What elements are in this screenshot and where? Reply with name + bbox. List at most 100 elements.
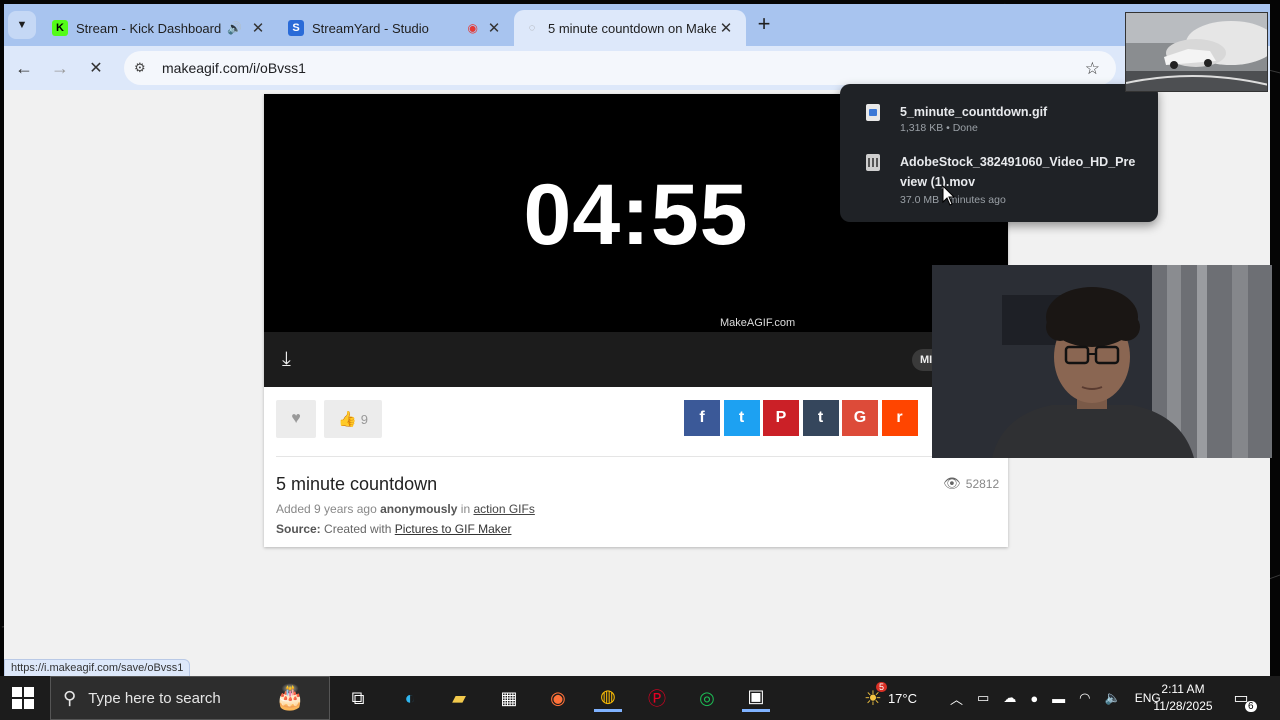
share-reddit-button[interactable]: r: [881, 400, 918, 436]
tumblr-icon: t: [817, 409, 824, 426]
added-text: Added 9 years ago: [276, 502, 377, 516]
close-icon[interactable]: ✕: [716, 19, 736, 37]
forward-button[interactable]: →: [46, 54, 74, 82]
tab-streamyard[interactable]: S StreamYard - Studio ◉ ✕: [278, 10, 514, 46]
share-tumblr-button[interactable]: t: [802, 400, 839, 436]
wifi-icon[interactable]: ◠: [1079, 690, 1090, 706]
address-bar[interactable]: ⚙ makeagif.com/i/oBvss1: [124, 51, 1116, 85]
share-google-button[interactable]: G: [842, 400, 878, 436]
weather-sun-icon: ☀ 5: [864, 681, 888, 711]
in-text: in: [460, 502, 471, 516]
spotify-icon[interactable]: ◎: [693, 684, 721, 712]
download-item[interactable]: AdobeStock_382491060_Video_HD_Preview (1…: [862, 152, 1142, 210]
windows-logo-icon: [24, 687, 34, 697]
search-icon: ⚲: [63, 687, 77, 708]
source-text: Created with: [324, 522, 392, 536]
firefox-icon[interactable]: ◉: [544, 684, 572, 712]
webcam-feed: [932, 265, 1272, 458]
divider: [276, 456, 996, 457]
loading-icon: ◌: [528, 22, 536, 34]
close-icon: ✕: [89, 60, 103, 77]
gif-meta: Added 9 years ago anonymously in action …: [276, 502, 535, 516]
downloads-bubble: 5_minute_countdown.gif 1,318 KB • Done A…: [840, 84, 1158, 222]
cloud-icon[interactable]: ☁: [1003, 690, 1016, 706]
download-status: 1,318 KB • Done: [900, 122, 978, 134]
gif-title: 5 minute countdown: [276, 474, 438, 494]
back-button[interactable]: ←: [10, 54, 38, 82]
weather-badge: 5: [876, 681, 888, 692]
microphone-icon[interactable]: ●: [1030, 691, 1038, 706]
tab-title: StreamYard - Studio: [312, 20, 429, 36]
edge-icon[interactable]: ◐: [396, 684, 424, 712]
author: anonymously: [380, 502, 458, 516]
battery-icon[interactable]: ▬: [1052, 691, 1065, 706]
clock-time: 2:11 AM: [1161, 682, 1205, 696]
favorite-button[interactable]: ♥: [276, 400, 316, 438]
bookmark-star-icon[interactable]: ☆: [1085, 59, 1100, 79]
twitter-icon: t: [738, 409, 745, 426]
pinterest-icon: P: [775, 409, 787, 426]
clock-date: 11/28/2025: [1153, 699, 1213, 713]
volume-icon[interactable]: 🔈: [1105, 690, 1121, 706]
temperature: 17°C: [887, 690, 917, 706]
mouse-cursor-icon: [942, 185, 956, 206]
heart-icon: ♥: [291, 410, 301, 427]
store-icon[interactable]: ▦: [495, 684, 523, 712]
system-tray: ︿ ▭ ☁ ● ▬ ◠ 🔈 ENG: [950, 676, 1161, 720]
new-tab-button[interactable]: +: [752, 13, 776, 37]
chevron-up-icon[interactable]: ︿: [950, 689, 963, 708]
chrome-icon[interactable]: ◍: [594, 684, 622, 712]
stream-frame: ▼ K Stream - Kick Dashboard 🔊 ✕ S Stream…: [0, 0, 1280, 720]
source-label: Source:: [276, 522, 321, 536]
task-view-icon[interactable]: ⧉: [344, 684, 372, 712]
download-icon[interactable]: ⤓: [282, 348, 291, 371]
tab-search-button[interactable]: ▼: [8, 11, 36, 39]
share-facebook-button[interactable]: f: [684, 400, 720, 436]
tab-title: 5 minute countdown on Make a: [548, 20, 716, 36]
video-file-icon: [866, 154, 880, 171]
cake-icon[interactable]: 🎂: [275, 683, 305, 712]
notification-icon: ▭ 6: [1233, 688, 1257, 712]
download-filename: 5_minute_countdown.gif: [900, 105, 1048, 119]
stop-loading-button[interactable]: ✕: [82, 54, 110, 82]
arrow-left-icon: ←: [15, 57, 33, 78]
chevron-down-icon: ▼: [16, 19, 28, 31]
category-link[interactable]: action GIFs: [473, 502, 534, 516]
recording-icon: ◉: [467, 21, 478, 35]
clapperboard-icon[interactable]: ▣: [742, 684, 770, 712]
share-pinterest-button[interactable]: P: [763, 400, 799, 436]
streamyard-icon: S: [288, 20, 304, 36]
network-icon[interactable]: ▭: [977, 690, 989, 706]
url-text: makeagif.com/i/oBvss1: [162, 60, 306, 76]
close-icon[interactable]: ✕: [248, 19, 268, 37]
reddit-icon: r: [896, 409, 903, 426]
facebook-icon: f: [699, 409, 705, 426]
close-icon[interactable]: ✕: [484, 19, 504, 37]
site-info-icon[interactable]: ⚙: [134, 60, 154, 76]
notification-count: 6: [1245, 701, 1257, 712]
download-item[interactable]: 5_minute_countdown.gif 1,318 KB • Done: [862, 102, 1142, 142]
tab-title: Stream - Kick Dashboard: [76, 20, 222, 36]
source-link[interactable]: Pictures to GIF Maker: [395, 522, 512, 536]
clock[interactable]: 2:11 AM 11/28/2025: [1148, 676, 1218, 720]
like-count: 9: [360, 411, 368, 427]
google-icon: G: [853, 409, 867, 426]
file-explorer-icon[interactable]: ▰: [445, 684, 473, 712]
tab-kick-dashboard[interactable]: K Stream - Kick Dashboard 🔊 ✕: [42, 10, 278, 46]
like-button[interactable]: 👍 9: [324, 400, 382, 438]
views-value: 52812: [965, 476, 1000, 491]
kick-icon: K: [52, 20, 68, 36]
taskbar-search-box[interactable]: ⚲ Type here to search 🎂: [50, 676, 330, 720]
watermark: MakeAGIF.com: [720, 317, 796, 329]
speaker-icon[interactable]: 🔊: [227, 21, 242, 35]
eye-icon: 👁: [943, 475, 961, 491]
notification-center-button[interactable]: ▭ 6: [1226, 676, 1257, 720]
tab-makeagif[interactable]: ◌ 5 minute countdown on Make a ✕: [514, 10, 746, 46]
download-filename: AdobeStock_382491060_Video_HD_Preview (1…: [900, 155, 1136, 189]
weather-widget[interactable]: ☀ 5 17°C: [864, 676, 917, 720]
start-button[interactable]: [12, 687, 34, 709]
share-twitter-button[interactable]: t: [723, 400, 760, 436]
windows-taskbar: ⚲ Type here to search 🎂 ⧉ ◐ ▰ ▦ ◉ ◍ Ⓟ ◎ …: [0, 676, 1280, 720]
pinterest-icon[interactable]: Ⓟ: [643, 684, 671, 712]
search-placeholder: Type here to search: [88, 689, 221, 707]
